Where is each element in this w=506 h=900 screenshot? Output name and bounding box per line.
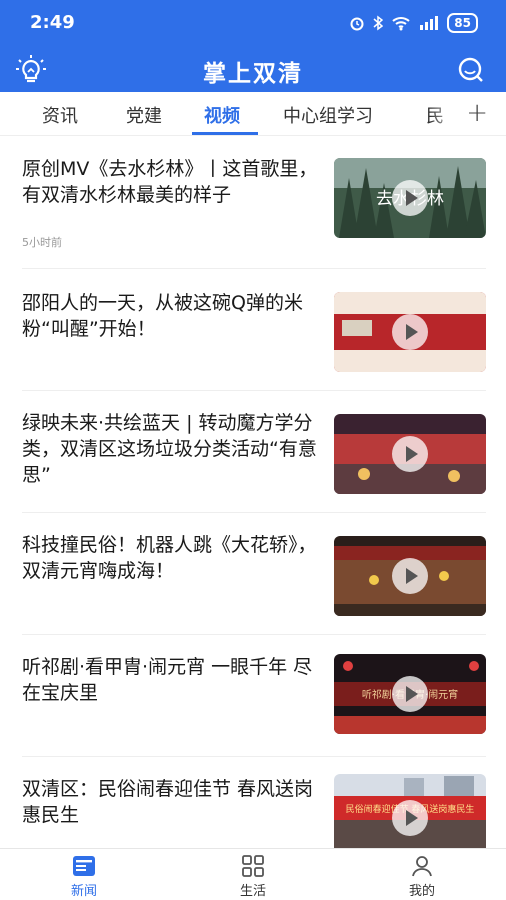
- divider: [22, 756, 486, 757]
- news-thumbnail[interactable]: [334, 414, 486, 494]
- signal-icon: [420, 16, 439, 30]
- news-title: 听祁剧·看甲胄·闹元宵 一眼千年 尽在宝庆里: [22, 656, 313, 704]
- status-time: 2:49: [30, 12, 75, 33]
- tab-fade: [430, 92, 460, 135]
- nav-life-label: 生活: [239, 884, 266, 899]
- active-tab-indicator: [192, 132, 258, 135]
- divider: [22, 390, 486, 391]
- wifi-icon: [392, 17, 410, 31]
- status-bar: 2:49 85: [0, 0, 506, 48]
- nav-mine[interactable]: 我的: [382, 855, 462, 899]
- alarm-icon: [350, 17, 364, 31]
- chat-bubble-icon[interactable]: [456, 56, 484, 84]
- play-icon[interactable]: [392, 436, 428, 472]
- news-thumbnail[interactable]: 听祁剧·看甲胄·闹元宵: [334, 654, 486, 734]
- news-thumbnail[interactable]: [334, 292, 486, 372]
- news-thumbnail[interactable]: [334, 536, 486, 616]
- list-item[interactable]: 双清区：民俗闹春迎佳节 春风送岗惠民生 民俗闹春迎佳节 春风送岗惠民生: [0, 758, 506, 848]
- news-thumbnail[interactable]: 民俗闹春迎佳节 春风送岗惠民生: [334, 774, 486, 848]
- tab-video[interactable]: 视频: [204, 102, 240, 128]
- grid-icon: [242, 855, 264, 877]
- add-channel-button[interactable]: +: [466, 98, 488, 128]
- nav-life[interactable]: 生活: [213, 855, 293, 899]
- battery-indicator: 85: [447, 13, 478, 33]
- news-title: 绿映未来·共绘蓝天 | 转动魔方学分类，双清区这场垃圾分类活动“有意思”: [22, 412, 317, 486]
- news-title: 科技撞民俗！机器人跳《大花轿》，双清元宵嗨成海！: [22, 534, 317, 582]
- news-time: 5小时前: [22, 236, 62, 249]
- status-icons: 85: [349, 13, 478, 33]
- play-icon[interactable]: [392, 676, 428, 712]
- divider: [22, 268, 486, 269]
- list-item[interactable]: 邵阳人的一天，从被这碗Q弹的米粉“叫醒”开始！: [0, 270, 506, 390]
- play-icon[interactable]: [392, 180, 428, 216]
- news-title: 原创MV《去水杉林》丨这首歌里，有双清水杉林最美的样子: [22, 158, 318, 206]
- tab-news[interactable]: 资讯: [42, 102, 78, 128]
- list-item[interactable]: 绿映未来·共绘蓝天 | 转动魔方学分类，双清区这场垃圾分类活动“有意思”: [0, 392, 506, 512]
- news-title: 邵阳人的一天，从被这碗Q弹的米粉“叫醒”开始！: [22, 292, 303, 340]
- list-item[interactable]: 科技撞民俗！机器人跳《大花轿》，双清元宵嗨成海！: [0, 514, 506, 634]
- news-thumbnail[interactable]: 去水杉林: [334, 158, 486, 238]
- list-item[interactable]: 原创MV《去水杉林》丨这首歌里，有双清水杉林最美的样子 5小时前 去水杉林: [0, 138, 506, 268]
- news-icon: [73, 856, 95, 876]
- bottom-nav: 新闻 生活 我的: [0, 848, 506, 900]
- app-bar: 掌上双清: [0, 48, 506, 92]
- news-title: 双清区：民俗闹春迎佳节 春风送岗惠民生: [22, 778, 314, 826]
- person-icon: [412, 856, 432, 877]
- play-icon[interactable]: [392, 800, 428, 836]
- play-icon[interactable]: [392, 314, 428, 350]
- play-icon[interactable]: [392, 558, 428, 594]
- nav-mine-label: 我的: [408, 884, 435, 899]
- divider: [22, 634, 486, 635]
- nav-news-label: 新闻: [70, 884, 97, 899]
- bluetooth-icon: [373, 15, 384, 31]
- divider: [22, 512, 486, 513]
- list-item[interactable]: 听祁剧·看甲胄·闹元宵 一眼千年 尽在宝庆里 听祁剧·看甲胄·闹元宵: [0, 636, 506, 756]
- tab-central-group-study[interactable]: 中心组学习: [283, 102, 373, 128]
- channel-tabs: 资讯 党建 视频 中心组学习 民 +: [0, 92, 506, 136]
- app-title: 掌上双清: [203, 60, 303, 87]
- nav-news[interactable]: 新闻: [44, 855, 124, 899]
- tab-party-building[interactable]: 党建: [126, 102, 162, 128]
